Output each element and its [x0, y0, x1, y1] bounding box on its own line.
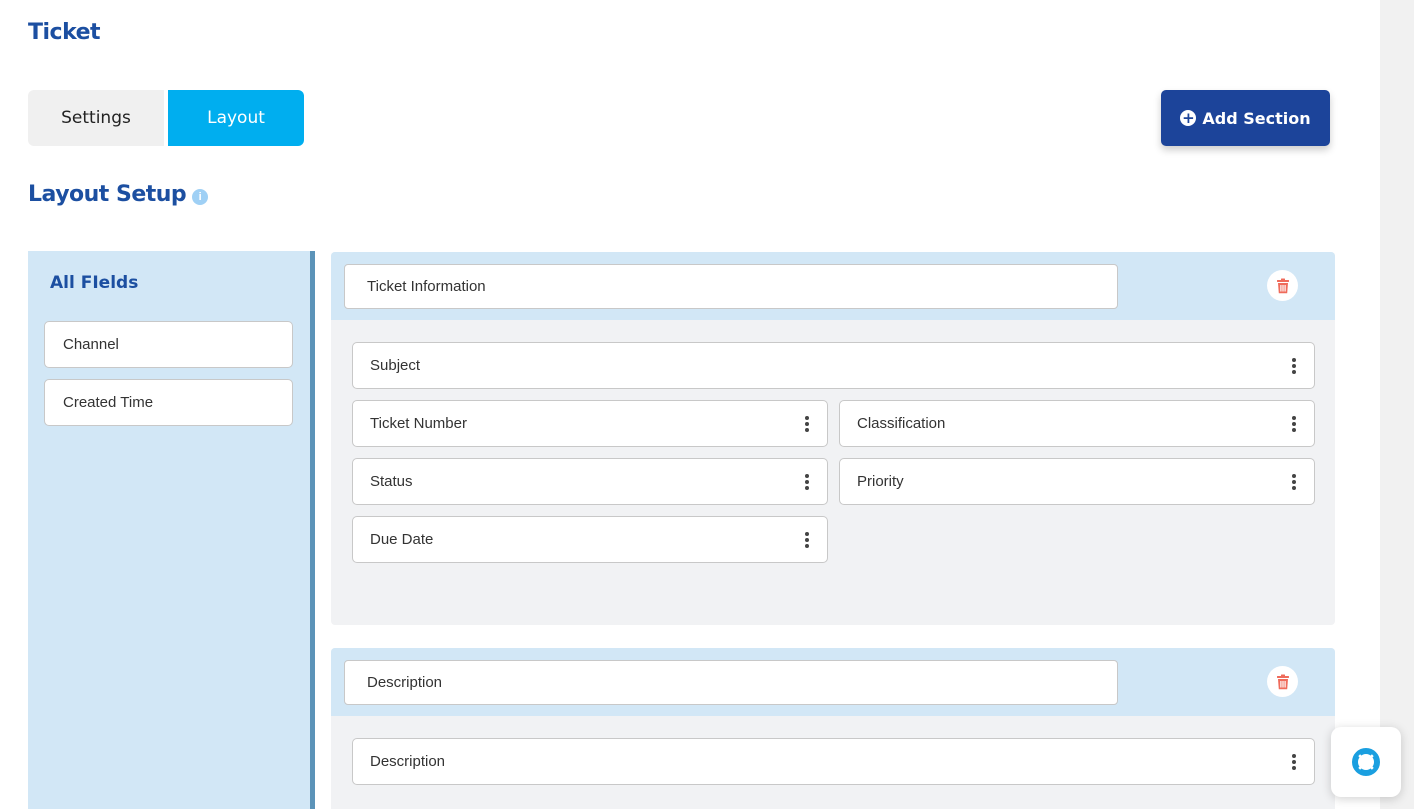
help-button[interactable] [1331, 727, 1401, 797]
trash-icon [1276, 674, 1289, 689]
field-options-icon[interactable] [1290, 356, 1298, 376]
available-field-channel[interactable]: Channel [44, 321, 293, 368]
info-icon[interactable]: i [192, 188, 209, 205]
field-options-icon[interactable] [803, 472, 811, 492]
field-label: Priority [857, 473, 904, 490]
page-title: Ticket [28, 20, 101, 45]
all-fields-panel: All FIelds Channel Created Time [28, 251, 310, 809]
section-name-input[interactable] [344, 660, 1118, 705]
section-header [331, 648, 1335, 716]
section-name-input[interactable] [344, 264, 1118, 309]
field-options-icon[interactable] [803, 530, 811, 550]
field-label: Classification [857, 415, 946, 432]
layout-field-priority[interactable]: Priority [839, 458, 1315, 505]
delete-section-button[interactable] [1267, 666, 1298, 697]
layout-field-classification[interactable]: Classification [839, 400, 1315, 447]
field-label: Due Date [370, 531, 434, 548]
layout-section: Subject Ticket Number Classification Sta… [331, 252, 1335, 625]
all-fields-title: All FIelds [50, 273, 139, 293]
available-field-created-time[interactable]: Created Time [44, 379, 293, 426]
tab-layout[interactable]: Layout [168, 90, 304, 146]
tab-settings[interactable]: Settings [28, 90, 164, 146]
layout-field-ticket-number[interactable]: Ticket Number [352, 400, 828, 447]
layout-setup-heading: Layout Setup i [28, 182, 209, 207]
layout-setup-title: Layout Setup [28, 182, 187, 207]
layout-field-status[interactable]: Status [352, 458, 828, 505]
add-section-label: Add Section [1202, 108, 1311, 128]
field-options-icon[interactable] [1290, 472, 1298, 492]
field-options-icon[interactable] [1290, 414, 1298, 434]
panel-divider [310, 251, 315, 809]
field-label: Ticket Number [370, 415, 467, 432]
field-options-icon[interactable] [803, 414, 811, 434]
field-label: Subject [370, 357, 421, 374]
plus-circle-icon: + [1180, 108, 1197, 127]
add-section-button[interactable]: + Add Section [1161, 90, 1330, 146]
layout-field-subject[interactable]: Subject [352, 342, 1315, 389]
delete-section-button[interactable] [1267, 270, 1298, 301]
layout-field-due-date[interactable]: Due Date [352, 516, 828, 563]
section-header [331, 252, 1335, 320]
field-options-icon[interactable] [1290, 752, 1298, 772]
field-label: Status [370, 473, 413, 490]
layout-section: Description [331, 648, 1335, 809]
trash-icon [1276, 278, 1289, 293]
field-label: Description [370, 753, 446, 770]
lifebuoy-icon [1352, 748, 1380, 776]
page-scrollbar[interactable] [1380, 0, 1414, 809]
layout-field-description[interactable]: Description [352, 738, 1315, 785]
